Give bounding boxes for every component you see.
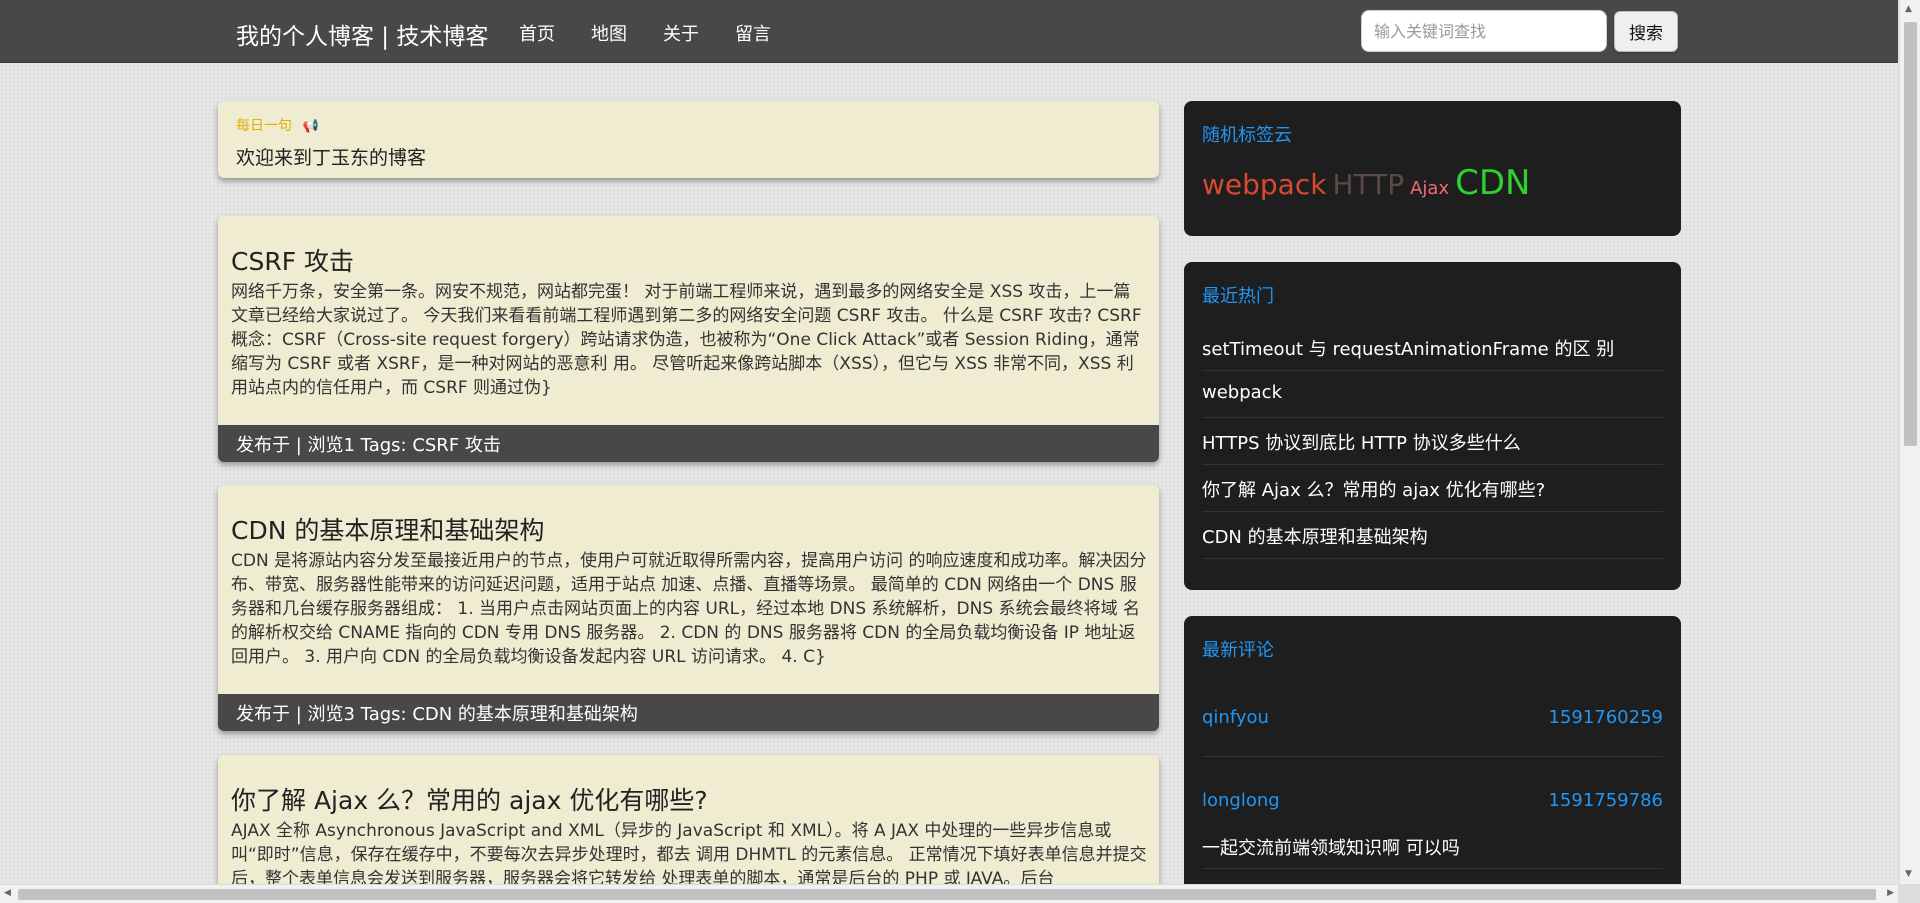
site-brand[interactable]: 我的个人博客 | 技术博客 [236, 17, 488, 51]
comment-divider [1202, 868, 1663, 869]
post-card: 你了解 Ajax 么？常用的 ajax 优化有哪些? AJAX 全称 Async… [218, 755, 1159, 903]
daily-quote-text: 欢迎来到丁玉东的博客 [236, 147, 427, 169]
scroll-down-arrow-icon[interactable]: ▼ [1905, 869, 1912, 879]
megaphone-icon: 📢 [302, 119, 319, 134]
post-excerpt: AJAX 全称 Asynchronous JavaScript and XML（… [231, 821, 1147, 889]
post-meta: 发布于 | 浏览1 Tags: CSRF 攻击 [218, 425, 1159, 462]
hot-posts-title: 最近热门 [1202, 286, 1274, 307]
post-excerpt: 网络千万条，安全第一条。网安不规范，网站都完蛋！ 对于前端工程师来说，遇到最多的… [231, 282, 1142, 398]
hot-posts-panel: 最近热门 setTimeout 与 requestAnimationFrame … [1184, 262, 1681, 590]
comment-text: 一起交流前端领域知识啊 可以吗 [1202, 838, 1460, 859]
hot-post-item[interactable]: webpack [1202, 371, 1663, 418]
daily-quote-label-text: 每日一句 [236, 118, 292, 134]
search-input[interactable] [1361, 10, 1607, 52]
tag-webpack[interactable]: webpack [1202, 168, 1326, 201]
daily-quote-card: 每日一句 📢 欢迎来到丁玉东的博客 [218, 101, 1159, 178]
tag-cloud-panel: 随机标签云 webpack HTTP Ajax CDN [1184, 101, 1681, 236]
tag-http[interactable]: HTTP [1332, 168, 1404, 201]
comment-user[interactable]: qinfyou [1202, 707, 1269, 728]
nav-map[interactable]: 地图 [591, 20, 627, 46]
horizontal-scrollbar-thumb[interactable] [18, 889, 1876, 900]
vertical-scrollbar-thumb[interactable] [1904, 22, 1917, 446]
hot-post-item[interactable]: CDN 的基本原理和基础架构 [1202, 512, 1663, 559]
tag-cloud-title: 随机标签云 [1202, 125, 1292, 146]
comment-user[interactable]: longlong [1202, 790, 1280, 811]
comment-divider [1202, 756, 1663, 757]
scroll-right-arrow-icon[interactable]: ▶ [1887, 888, 1894, 898]
tag-ajax[interactable]: Ajax [1410, 178, 1449, 199]
latest-comments-panel: 最新评论 qinfyou 1591760259 longlong 1591759… [1184, 616, 1681, 903]
scrollbar-corner [1899, 884, 1920, 903]
scroll-up-arrow-icon[interactable]: ▲ [1905, 4, 1912, 14]
post-excerpt: CDN 是将源站内容分发至最接近用户的节点，使用户可就近取得所需内容，提高用户访… [231, 551, 1147, 667]
search-button[interactable]: 搜索 [1614, 11, 1678, 52]
nav-home[interactable]: 首页 [519, 20, 555, 46]
comment-header: longlong 1591759786 [1202, 790, 1663, 811]
post-title[interactable]: CDN 的基本原理和基础架构 [231, 511, 544, 547]
post-card: CSRF 攻击 网络千万条，安全第一条。网安不规范，网站都完蛋！ 对于前端工程师… [218, 216, 1159, 462]
hot-post-item[interactable]: 你了解 Ajax 么？常用的 ajax 优化有哪些? [1202, 465, 1663, 512]
post-title[interactable]: CSRF 攻击 [231, 242, 354, 278]
horizontal-scrollbar[interactable]: ◀ ▶ [0, 884, 1898, 903]
post-title[interactable]: 你了解 Ajax 么？常用的 ajax 优化有哪些? [231, 781, 708, 817]
daily-quote-label: 每日一句 📢 [236, 115, 319, 135]
main-nav: 首页 地图 关于 留言 [519, 20, 807, 46]
post-card: CDN 的基本原理和基础架构 CDN 是将源站内容分发至最接近用户的节点，使用户… [218, 485, 1159, 731]
tag-cdn[interactable]: CDN [1455, 163, 1530, 203]
hot-post-item[interactable]: HTTPS 协议到底比 HTTP 协议多些什么 [1202, 418, 1663, 465]
comment-time: 1591760259 [1548, 707, 1663, 728]
hot-posts-list: setTimeout 与 requestAnimationFrame 的区 别 … [1202, 324, 1663, 559]
nav-guestbook[interactable]: 留言 [735, 20, 771, 46]
latest-comments-title: 最新评论 [1202, 640, 1274, 661]
post-meta: 发布于 | 浏览3 Tags: CDN 的基本原理和基础架构 [218, 694, 1159, 731]
scroll-left-arrow-icon[interactable]: ◀ [4, 888, 11, 898]
tag-cloud: webpack HTTP Ajax CDN [1202, 163, 1536, 203]
comment-time: 1591759786 [1548, 790, 1663, 811]
top-navbar: 我的个人博客 | 技术博客 首页 地图 关于 留言 搜索 [0, 0, 1898, 63]
hot-post-item[interactable]: setTimeout 与 requestAnimationFrame 的区 别 [1202, 324, 1663, 371]
nav-about[interactable]: 关于 [663, 20, 699, 46]
comment-header: qinfyou 1591760259 [1202, 707, 1663, 728]
vertical-scrollbar[interactable]: ▲ ▼ [1899, 0, 1920, 903]
